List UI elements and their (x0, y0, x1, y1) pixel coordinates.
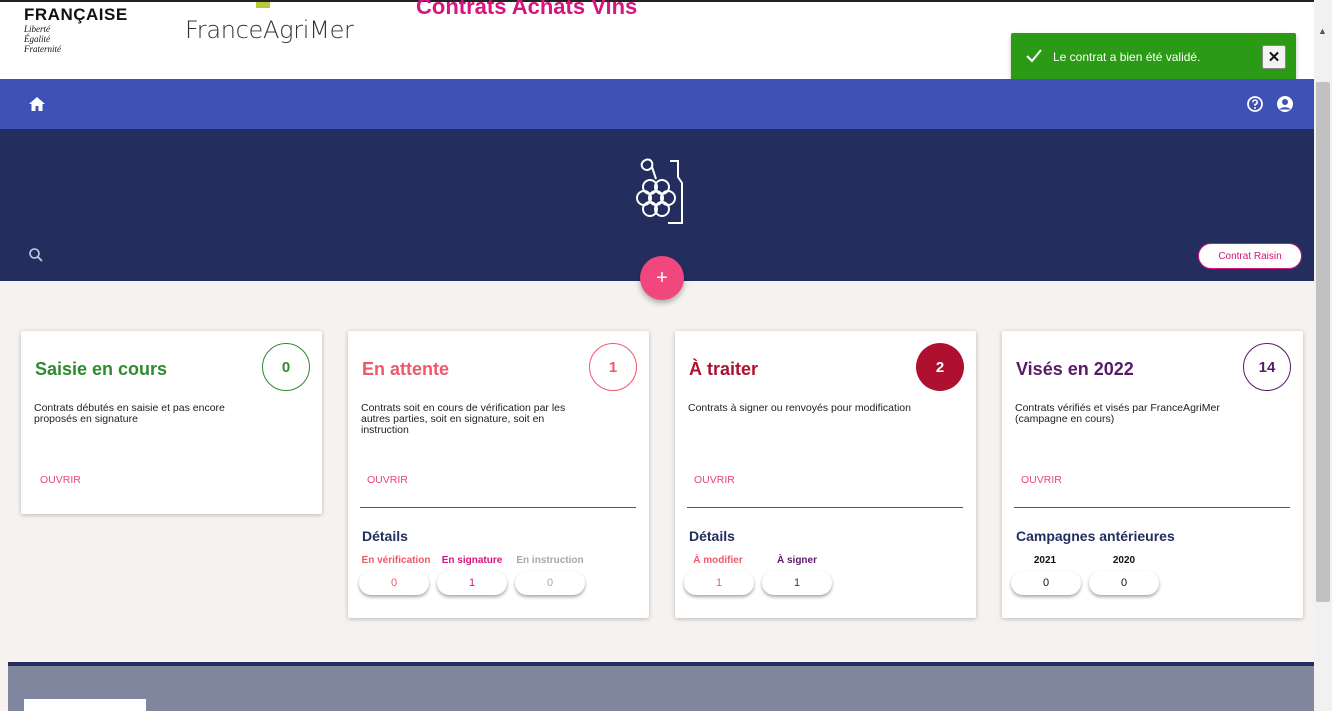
card-count-badge: 2 (916, 343, 964, 391)
contrat-raisin-button[interactable]: Contrat Raisin (1198, 243, 1302, 269)
toast-message: Le contrat a bien été validé. (1053, 50, 1201, 64)
grape-bottle-icon (622, 151, 702, 231)
card-a-traiter: À traiter 2 Contrats à signer ou renvoyé… (675, 331, 976, 618)
rf-motto-2: Égalité (24, 34, 50, 44)
detail-label-2020: 2020 (1112, 555, 1136, 566)
card-count-badge: 0 (262, 343, 310, 391)
divider (1014, 507, 1290, 508)
open-link[interactable]: OUVRIR (367, 474, 408, 486)
card-description: Contrats débutés en saisie et pas encore… (34, 402, 225, 425)
divider (360, 507, 636, 508)
detail-value-en-verification[interactable]: 0 (359, 571, 429, 595)
site-footer (8, 666, 1314, 711)
detail-label-2021: 2021 (1033, 555, 1057, 566)
toast-close-button[interactable]: ✕ (1262, 45, 1286, 69)
card-count-badge: 14 (1243, 343, 1291, 391)
card-title: Saisie en cours (35, 359, 168, 379)
detail-value-2021[interactable]: 0 (1011, 571, 1081, 595)
detail-value-2020[interactable]: 0 (1089, 571, 1159, 595)
detail-label-a-signer: À signer (776, 555, 817, 566)
scrollbar-thumb[interactable] (1316, 82, 1330, 602)
card-saisie-en-cours: Saisie en cours 0 Contrats débutés en sa… (21, 331, 322, 514)
detail-label-en-signature: En signature (441, 555, 503, 566)
details-title: Campagnes antérieures (1016, 528, 1175, 544)
help-icon[interactable] (1246, 95, 1264, 113)
card-description: Contrats à signer ou renvoyés pour modif… (688, 402, 911, 414)
org-name[interactable]: FranceAgriMer (185, 16, 354, 44)
top-nav-bar (0, 79, 1314, 129)
detail-label-a-modifier: À modifier (693, 555, 743, 566)
open-link[interactable]: OUVRIR (1021, 474, 1062, 486)
open-link[interactable]: OUVRIR (40, 474, 81, 486)
rf-motto-3: Fraternité (24, 44, 61, 54)
republique-francaise-logo: FRANÇAISE Liberté Égalité Fraternité (24, 2, 128, 55)
detail-value-a-modifier[interactable]: 1 (684, 571, 754, 595)
app-title: Contrats Achats Vins (416, 0, 638, 19)
card-count-badge: 1 (589, 343, 637, 391)
detail-value-en-signature[interactable]: 1 (437, 571, 507, 595)
success-toast: Le contrat a bien été validé. ✕ (1011, 33, 1296, 81)
card-description: Contrats vérifiés et visés par FranceAgr… (1015, 402, 1220, 425)
card-description: Contrats soit en cours de vérification p… (361, 402, 566, 436)
detail-value-a-signer[interactable]: 1 (762, 571, 832, 595)
details-title: Détails (362, 528, 408, 544)
details-title: Détails (689, 528, 735, 544)
card-en-attente: En attente 1 Contrats soit en cours de v… (348, 331, 649, 618)
rf-motto-1: Liberté (24, 24, 50, 34)
check-icon (1025, 46, 1047, 69)
card-title: À traiter (689, 359, 759, 379)
card-vises: Visés en 2022 14 Contrats vérifiés et vi… (1002, 331, 1303, 618)
user-icon[interactable] (1276, 95, 1294, 113)
add-contract-button[interactable]: + (640, 256, 684, 300)
footer-logo-box (24, 699, 146, 711)
detail-value-en-instruction[interactable]: 0 (515, 571, 585, 595)
detail-label-en-instruction: En instruction (516, 555, 584, 566)
scroll-up-arrow-icon[interactable]: ▲ (1318, 26, 1327, 36)
card-title: En attente (362, 359, 450, 379)
card-title: Visés en 2022 (1016, 359, 1134, 379)
open-link[interactable]: OUVRIR (694, 474, 735, 486)
search-icon[interactable] (28, 247, 44, 263)
franceagrimer-logo-mark (256, 2, 270, 8)
divider (687, 507, 963, 508)
detail-label-en-verification: En vérification (361, 555, 431, 566)
home-icon[interactable] (28, 95, 46, 113)
rf-name: FRANÇAISE (24, 5, 128, 24)
